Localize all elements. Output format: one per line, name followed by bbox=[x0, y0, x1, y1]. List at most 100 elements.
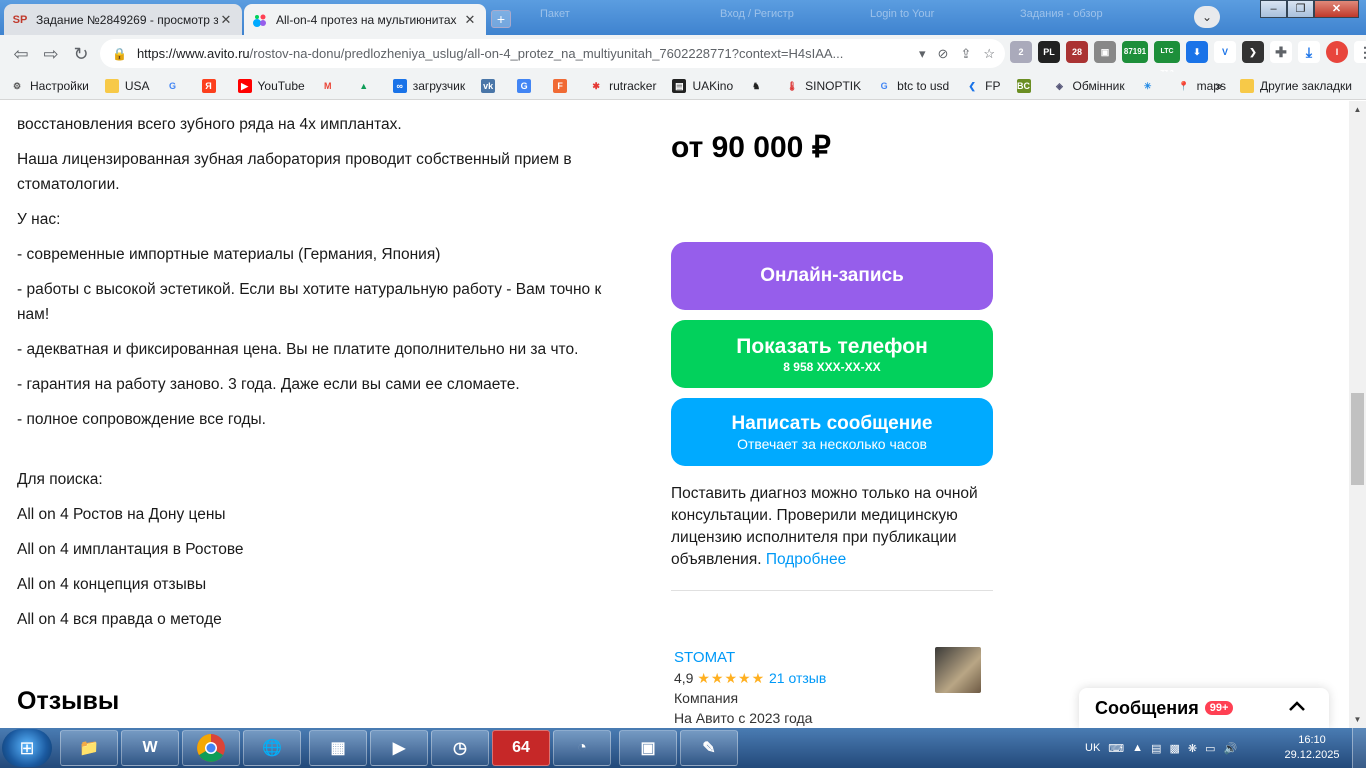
window-controls: – ❐ ✕ bbox=[1260, 0, 1359, 18]
bookmark-vk[interactable]: vk bbox=[481, 78, 501, 93]
online-booking-button[interactable]: Онлайн-запись bbox=[671, 242, 993, 310]
show-phone-button[interactable]: Показать телефон 8 958 XXX-XX-XX bbox=[671, 320, 993, 388]
close-icon[interactable]: ✕ bbox=[218, 12, 234, 28]
page-scrollbar[interactable]: ▲ ▼ bbox=[1349, 101, 1366, 728]
tray-up-icon[interactable]: ▲ bbox=[1132, 742, 1143, 754]
maximize-button[interactable]: ❐ bbox=[1287, 0, 1314, 18]
bookmark-bc[interactable]: BC bbox=[1016, 78, 1037, 93]
clock-time: 16:10 bbox=[1298, 734, 1326, 746]
chrome-icon[interactable] bbox=[182, 730, 240, 766]
address-bar[interactable]: 🔒 https://www.avito.ru/rostov-na-donu/pr… bbox=[100, 39, 1005, 68]
lock-icon[interactable]: 🔒 bbox=[112, 47, 127, 61]
v-ext-icon[interactable]: V bbox=[1214, 41, 1236, 63]
aida64-icon[interactable]: 64 bbox=[492, 730, 550, 766]
notepad-icon[interactable]: ✎ bbox=[680, 730, 738, 766]
language-indicator[interactable]: UK bbox=[1085, 742, 1100, 754]
download-ext-icon[interactable]: ⬇ bbox=[1186, 41, 1208, 63]
tab-search-button[interactable]: ⌄ bbox=[1194, 6, 1220, 28]
minimize-button[interactable]: – bbox=[1260, 0, 1287, 18]
search-line: All on 4 вся правда о методе bbox=[17, 611, 222, 628]
terminal-icon[interactable]: ▣ bbox=[619, 730, 677, 766]
bookmark-translate[interactable]: G bbox=[517, 78, 537, 93]
pl-ext-icon[interactable]: PL bbox=[1038, 41, 1060, 63]
monitor-tray-icon[interactable]: ▭ bbox=[1205, 742, 1215, 755]
seller-avatar[interactable] bbox=[935, 647, 981, 693]
bookmark-fp[interactable]: ❮ FP bbox=[965, 79, 1000, 93]
media-player-icon[interactable]: ▶ bbox=[370, 730, 428, 766]
chevron-up-icon[interactable] bbox=[1287, 696, 1307, 721]
scroll-down-icon[interactable]: ▼ bbox=[1349, 711, 1366, 728]
tab-avito[interactable]: All-on-4 протез на мультиюнитах ✕ bbox=[244, 4, 486, 35]
tab-task[interactable]: SP Задание №2849269 - просмотр з ✕ bbox=[4, 4, 242, 35]
bookmark-yandex[interactable]: Я bbox=[201, 78, 222, 93]
clock-app-icon[interactable]: ◷ bbox=[431, 730, 489, 766]
scroll-thumb[interactable] bbox=[1351, 393, 1364, 485]
bookmark-star-icon[interactable]: ☆ bbox=[983, 46, 995, 62]
box-ext-icon[interactable]: ▣ bbox=[1094, 41, 1116, 63]
bookmark-gmail[interactable]: M bbox=[321, 79, 341, 93]
bookmark-youtube[interactable]: ▶ YouTube bbox=[237, 78, 305, 93]
write-message-button[interactable]: Написать сообщение Отвечает за несколько… bbox=[671, 398, 993, 466]
bookmark-btc[interactable]: Gbtc to usd bbox=[877, 79, 950, 93]
blocked-icon[interactable]: ⊘ bbox=[938, 46, 949, 62]
bookmark-downloader[interactable]: ∞ загрузчик bbox=[392, 78, 465, 93]
bookmark-drive[interactable]: ▲ bbox=[357, 79, 377, 93]
wise-icon[interactable]: W bbox=[121, 730, 179, 766]
reply-time: Отвечает за несколько часов bbox=[737, 435, 927, 452]
chart-app-icon[interactable]: ◔ bbox=[553, 730, 611, 766]
forward-arrow-icon[interactable]: ⇨ bbox=[40, 43, 62, 65]
show-desktop-button[interactable] bbox=[1352, 728, 1366, 768]
arrow-ext-icon[interactable]: ❯ bbox=[1242, 41, 1264, 63]
google-icon: G bbox=[880, 80, 888, 91]
bookmark-figure[interactable]: ♞ bbox=[749, 79, 769, 93]
avatar[interactable]: I bbox=[1326, 41, 1348, 63]
bookmark-star[interactable]: ✳ bbox=[1141, 79, 1161, 93]
url-text[interactable]: https://www.avito.ru/rostov-na-donu/pred… bbox=[137, 46, 919, 61]
other-bookmarks[interactable]: Другие закладки bbox=[1240, 79, 1352, 93]
app-icon[interactable]: ▦ bbox=[309, 730, 367, 766]
start-button[interactable]: ⊞ bbox=[2, 729, 52, 767]
clock[interactable]: 16:10 29.12.2025 bbox=[1282, 733, 1342, 763]
phone-masked: 8 958 XXX-XX-XX bbox=[783, 359, 881, 374]
btc-ext-icon[interactable]: 87191 bbox=[1122, 41, 1148, 63]
close-icon[interactable]: ✕ bbox=[462, 12, 478, 28]
explorer-icon[interactable]: 📁 bbox=[60, 730, 118, 766]
bookmark-f[interactable]: F bbox=[553, 78, 573, 93]
new-tab-button[interactable]: + bbox=[491, 10, 511, 28]
globe-icon[interactable]: 🌐 bbox=[243, 730, 301, 766]
scroll-up-icon[interactable]: ▲ bbox=[1349, 101, 1366, 118]
bookmark-usa[interactable]: USA bbox=[104, 78, 150, 93]
cloud-ext-icon[interactable]: 2 bbox=[1010, 41, 1032, 63]
reload-icon[interactable]: ↻ bbox=[70, 43, 92, 65]
bookmark-settings[interactable]: ⚙ Настройки bbox=[10, 79, 89, 93]
network-tray-icon[interactable]: ▤ bbox=[1151, 742, 1161, 755]
ltc-ext-icon[interactable]: LTC 77.3 bbox=[1154, 41, 1180, 77]
bookmark-sinoptik[interactable]: 🌡 SINOPTIK bbox=[785, 79, 861, 93]
color-tray-icon[interactable]: ❋ bbox=[1188, 742, 1197, 755]
downloads-icon[interactable]: ⤓ bbox=[1298, 41, 1320, 63]
more-bookmarks-icon[interactable]: » bbox=[1215, 79, 1222, 93]
messages-widget[interactable]: Сообщения 99+ bbox=[1079, 688, 1329, 728]
infinity-icon: ∞ bbox=[392, 78, 407, 93]
seller-reviews-link[interactable]: 21 отзыв bbox=[769, 670, 826, 686]
seller-rating: 4,9 bbox=[674, 670, 694, 686]
bookmark-exchanger[interactable]: ◈ Обмінник bbox=[1053, 79, 1125, 93]
keyboard-icon[interactable]: ⌨ bbox=[1108, 742, 1124, 755]
bookmark-uakino[interactable]: ▤ UAKino bbox=[672, 78, 733, 93]
menu-icon[interactable]: ⋮ bbox=[1354, 41, 1366, 63]
translate-icon: G bbox=[517, 78, 532, 93]
figure-icon: ♞ bbox=[752, 80, 761, 91]
ext-28-icon[interactable]: 28 bbox=[1066, 41, 1088, 63]
volume-icon[interactable]: 🔊 bbox=[1224, 742, 1238, 755]
license-more-link[interactable]: Подробнее bbox=[766, 551, 846, 568]
puzzle-icon[interactable]: ✚ bbox=[1270, 41, 1292, 63]
green-tray-icon[interactable]: ▩ bbox=[1169, 742, 1179, 755]
share-icon[interactable]: ⇪ bbox=[960, 46, 971, 62]
bookmark-google[interactable]: G bbox=[166, 79, 186, 93]
back-arrow-icon[interactable]: ⇦ bbox=[10, 43, 32, 65]
bookmark-rutracker[interactable]: ✱ rutracker bbox=[589, 79, 656, 93]
tab-title: All-on-4 протез на мультиюнитах bbox=[276, 12, 457, 27]
dropdown-icon[interactable]: ▾ bbox=[919, 46, 926, 62]
ghost-tab: Задания - обзор bbox=[1020, 8, 1103, 20]
close-window-button[interactable]: ✕ bbox=[1314, 0, 1359, 18]
